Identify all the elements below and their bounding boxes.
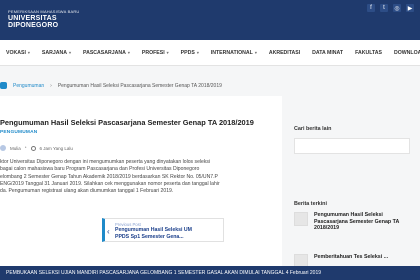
article-body-line: da. Pengumuman registrasi ulang akan diu… <box>0 188 174 195</box>
main-nav: VOKASI ▾ SARJANA ▾ PASCASARJANA ▾ PROFESI ▾ PPDS… <box>0 40 420 66</box>
site-header: PEMERIKSAAN MAHASISWA BARU UNIVERSITAS D… <box>0 0 420 40</box>
article-body-line: bagai calon mahasiswa baru Program Pasca… <box>0 166 200 173</box>
latest-heading: Berita terkini <box>294 201 327 207</box>
article-area: Pengumuman Hasil Seleksi Pascasarjana Se… <box>0 96 282 280</box>
nav-item-label: DOWNLOAD <box>393 49 420 56</box>
article-body-line: ENG/2019 Tanggal 31 Januari 2019. Silahk… <box>0 180 220 187</box>
nav-item-international[interactable]: INTERNATIONAL ▾ <box>211 50 257 56</box>
nav-item-label: DATA MINAT <box>312 49 344 56</box>
article-meta: Mulia • 6 Jam Yang Lalu <box>0 145 73 151</box>
article-body-line: ktor Universitas Diponegoro dengan ini m… <box>0 159 211 165</box>
nav-item-label: PASCASARJANA <box>83 49 126 56</box>
ticker-text: PEMBUKAAN SELEKSI UJIAN MANDIRI PASCASAR… <box>6 270 322 276</box>
nav-item-fakultas[interactable]: FAKULTAS <box>355 50 382 56</box>
search-heading: Cari berita lain <box>294 126 332 132</box>
article-body-line: elombang 2 Semester Genap Tahun Akademik… <box>0 173 218 180</box>
chevron-down-icon: ▾ <box>27 50 30 55</box>
previous-post-title-line2: PPDS Sp1 Semester Gena... <box>115 234 184 240</box>
facebook-icon[interactable]: f <box>367 4 375 12</box>
chevron-left-icon: ‹ <box>107 227 110 236</box>
nav-item-label: FAKULTAS <box>355 49 382 56</box>
article-time: 6 Jam Yang Lalu <box>39 145 73 151</box>
nav-item-sarjana[interactable]: SARJANA ▾ <box>42 50 71 56</box>
author-name[interactable]: Mulia <box>10 146 21 151</box>
chevron-down-icon: ▾ <box>196 50 199 55</box>
nav-item-label: INTERNATIONAL <box>210 49 253 56</box>
previous-post-card[interactable]: ‹ Previous Post Pengumuman Hasil Seleksi… <box>102 218 224 242</box>
latest-thumbnail <box>294 212 308 226</box>
brand-name-text: DIPONEGORO <box>8 22 59 29</box>
breadcrumb-current: Pengumuman Hasil Seleksi Pascasarjana Se… <box>57 82 222 89</box>
meta-separator-icon: • <box>24 145 27 151</box>
site-logo[interactable]: PEMERIKSAAN MAHASISWA BARU UNIVERSITAS D… <box>8 9 80 30</box>
latest-item[interactable]: Pengumuman Hasil Seleksi Pascasarjana Se… <box>294 212 412 242</box>
instagram-icon[interactable]: ◎ <box>393 4 401 12</box>
twitter-icon[interactable]: t <box>380 4 388 12</box>
chevron-down-icon: ▾ <box>68 50 71 55</box>
nav-item-vokasi[interactable]: VOKASI ▾ <box>6 50 30 56</box>
latest-title: Pemberitahuan Tes Seleksi ... <box>314 254 389 260</box>
chevron-down-icon: ▾ <box>127 50 130 55</box>
brand-small-text: PEMERIKSAAN MAHASISWA BARU <box>8 9 80 14</box>
brand-university-text: UNIVERSITAS <box>8 15 57 22</box>
nav-item-pascasarjana[interactable]: PASCASARJANA ▾ <box>83 50 130 56</box>
breadcrumb-separator: › <box>50 82 52 89</box>
nav-item-label: AKREDITASI <box>268 49 301 56</box>
breadcrumb-link-pengumuman[interactable]: Pengumuman <box>13 83 44 89</box>
nav-item-label: PROFESI <box>141 49 165 56</box>
social-links: f t ◎ ▶ <box>367 4 414 12</box>
clock-icon <box>30 145 36 151</box>
nav-item-download[interactable]: DOWNLOAD <box>394 50 420 56</box>
nav-item-profesi[interactable]: PROFESI ▾ <box>142 50 169 56</box>
nav-item-label: PPDS <box>180 49 195 56</box>
youtube-icon[interactable]: ▶ <box>406 4 414 12</box>
article-category[interactable]: PENGUMUMAN <box>0 130 37 135</box>
chevron-down-icon: ▾ <box>254 50 257 55</box>
breadcrumb: Pengumuman › Pengumuman Hasil Seleksi Pa… <box>0 82 222 89</box>
home-icon[interactable] <box>0 82 7 89</box>
latest-title: Pengumuman Hasil Seleksi Pascasarjana Se… <box>314 212 400 232</box>
news-ticker: PEMBUKAAN SELEKSI UJIAN MANDIRI PASCASAR… <box>0 266 420 280</box>
previous-post-title-line1: Pengumuman Hasil Seleksi UM <box>115 227 192 233</box>
article-body: ktor Universitas Diponegoro dengan ini m… <box>0 159 270 195</box>
chevron-down-icon: ▾ <box>166 50 169 55</box>
nav-item-akreditasi[interactable]: AKREDITASI <box>269 50 300 56</box>
nav-item-ppds[interactable]: PPDS ▾ <box>181 50 199 56</box>
search-input[interactable] <box>294 138 410 154</box>
article-title: Pengumuman Hasil Seleksi Pascasarjana Se… <box>0 118 254 127</box>
nav-item-label: SARJANA <box>41 49 67 56</box>
sidebar: Cari berita lain Berita terkini Pengumum… <box>294 126 420 280</box>
nav-item-label: VOKASI <box>6 49 26 56</box>
author-avatar <box>0 145 6 151</box>
nav-item-data-minat[interactable]: DATA MINAT <box>312 50 343 56</box>
